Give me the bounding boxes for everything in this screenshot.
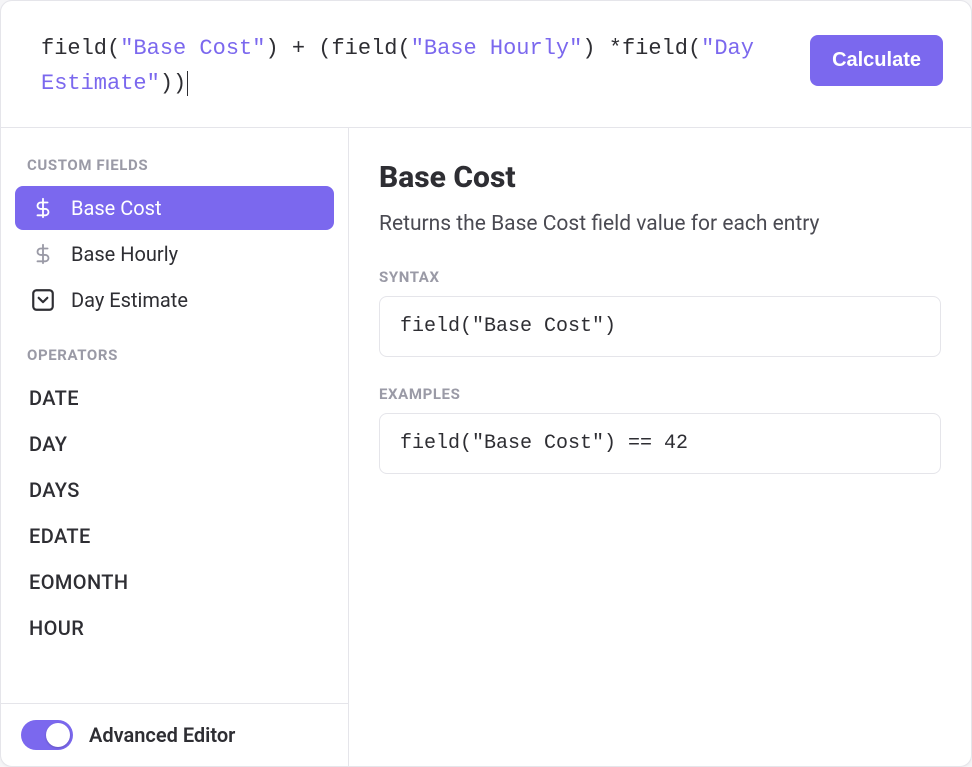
formula-token: ) xyxy=(582,36,595,61)
formula-token xyxy=(596,36,609,61)
detail-pane: Base Cost Returns the Base Cost field va… xyxy=(349,128,971,766)
custom-field-item[interactable]: Base Cost xyxy=(15,186,334,230)
formula-token: ( xyxy=(397,36,410,61)
advanced-editor-label: Advanced Editor xyxy=(89,723,235,747)
formula-token: field xyxy=(622,36,688,61)
formula-token: ) xyxy=(265,36,278,61)
formula-token: "Base Cost" xyxy=(120,36,265,61)
sidebar: CUSTOM FIELDS Base Cost Base Hourly Day Es… xyxy=(1,128,349,766)
formula-token: "Base Hourly" xyxy=(411,36,583,61)
operator-item[interactable]: DATE xyxy=(15,376,334,420)
operators-heading: OPERATORS xyxy=(15,340,334,374)
formula-input[interactable]: field("Base Cost") + (field("Base Hourly… xyxy=(41,31,794,101)
toggle-knob xyxy=(46,723,70,747)
calculate-button[interactable]: Calculate xyxy=(810,35,943,86)
formula-token: ( xyxy=(318,36,331,61)
text-cursor xyxy=(187,71,188,96)
formula-editor-panel: field("Base Cost") + (field("Base Hourly… xyxy=(0,0,972,767)
detail-title: Base Cost xyxy=(379,160,941,195)
detail-description: Returns the Base Cost field value for ea… xyxy=(379,209,941,239)
formula-token: + xyxy=(279,36,319,61)
sidebar-footer: Advanced Editor xyxy=(1,703,348,766)
formula-token: field xyxy=(41,36,107,61)
formula-token: field xyxy=(331,36,397,61)
formula-token: ( xyxy=(107,36,120,61)
operators-list: DATEDAYDAYSEDATEEOMONTHHOUR xyxy=(15,376,334,650)
custom-fields-list: Base Cost Base Hourly Day Estimate xyxy=(15,186,334,322)
formula-bar: field("Base Cost") + (field("Base Hourly… xyxy=(1,1,971,128)
examples-heading: EXAMPLES xyxy=(379,385,941,403)
custom-field-label: Base Hourly xyxy=(71,242,178,266)
operator-item[interactable]: DAYS xyxy=(15,468,334,512)
dollar-icon xyxy=(29,194,57,222)
examples-code: field("Base Cost") == 42 xyxy=(379,413,941,474)
dollar-icon xyxy=(29,240,57,268)
sidebar-scroll[interactable]: CUSTOM FIELDS Base Cost Base Hourly Day Es… xyxy=(1,128,348,703)
custom-field-label: Base Cost xyxy=(71,196,162,220)
operator-item[interactable]: EDATE xyxy=(15,514,334,558)
custom-field-item[interactable]: Day Estimate xyxy=(15,278,334,322)
formula-token: ) xyxy=(160,71,173,96)
formula-token: ) xyxy=(173,71,186,96)
advanced-editor-toggle[interactable] xyxy=(21,720,73,750)
operator-item[interactable]: HOUR xyxy=(15,606,334,650)
operator-item[interactable]: DAY xyxy=(15,422,334,466)
formula-token: * xyxy=(609,36,622,61)
syntax-code: field("Base Cost") xyxy=(379,296,941,357)
custom-field-label: Day Estimate xyxy=(71,288,188,312)
custom-field-item[interactable]: Base Hourly xyxy=(15,232,334,276)
operator-item[interactable]: EOMONTH xyxy=(15,560,334,604)
formula-token: ( xyxy=(688,36,701,61)
syntax-heading: SYNTAX xyxy=(379,268,941,286)
dropdown-icon xyxy=(29,286,57,314)
custom-fields-heading: CUSTOM FIELDS xyxy=(15,150,334,184)
editor-body: CUSTOM FIELDS Base Cost Base Hourly Day Es… xyxy=(1,128,971,766)
